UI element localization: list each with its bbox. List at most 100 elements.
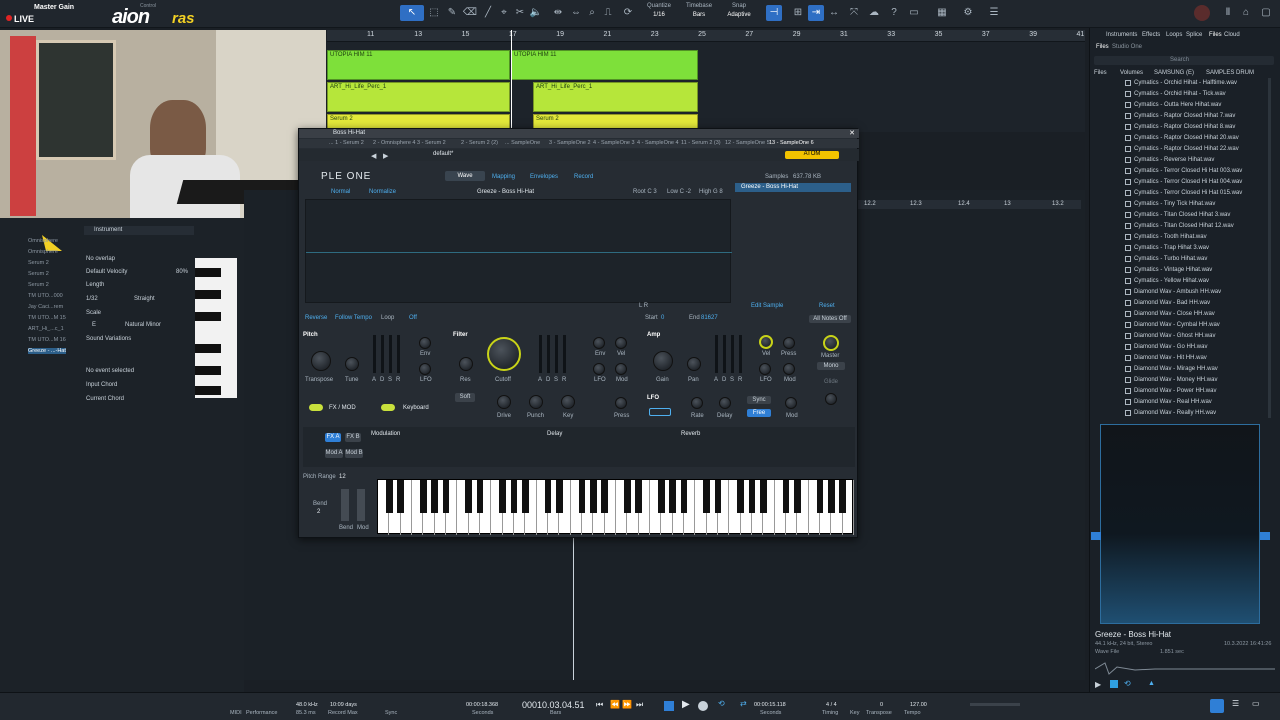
keyboard-toggle[interactable]: [381, 404, 395, 411]
track-list-item[interactable]: TM UTO...M 16: [28, 337, 66, 343]
soft-button[interactable]: Soft: [455, 393, 475, 402]
lfo-mod-knob[interactable]: [785, 397, 797, 409]
glide-knob[interactable]: [825, 393, 837, 405]
mod-a-button[interactable]: Mod A: [325, 449, 343, 458]
amp-decay-fader[interactable]: [723, 335, 726, 373]
preview-tempo-icon[interactable]: ▲: [1148, 680, 1155, 687]
prev-preset-icon[interactable]: ◀: [371, 152, 376, 160]
file-list-item[interactable]: Diamond Wav - Go HH.wav: [1125, 344, 1207, 350]
reset-button[interactable]: Reset: [819, 303, 835, 309]
normalize-button[interactable]: Normalize: [369, 189, 396, 195]
bend-wheel[interactable]: [341, 489, 349, 521]
sync-label[interactable]: Sync: [385, 710, 397, 716]
fx-mod-toggle[interactable]: [309, 404, 323, 411]
filter-sustain-fader[interactable]: [555, 335, 558, 373]
avatar[interactable]: [1194, 5, 1210, 21]
editor-playhead[interactable]: [573, 530, 574, 680]
tune-knob[interactable]: [345, 357, 359, 371]
amp-vel-knob[interactable]: [759, 335, 773, 349]
filter-mod-knob[interactable]: [615, 363, 627, 375]
tab-loops[interactable]: Loops: [1166, 32, 1182, 38]
black-key[interactable]: [476, 480, 484, 513]
follow-tempo-button[interactable]: Follow Tempo: [335, 315, 372, 321]
amp-press-knob[interactable]: [783, 337, 795, 349]
close-icon[interactable]: ✕: [849, 129, 855, 137]
playhead[interactable]: [511, 30, 512, 132]
black-key[interactable]: [703, 480, 711, 513]
file-list-item[interactable]: Cymatics - Titan Closed Hihat 3.wav: [1125, 212, 1230, 218]
track-list-item[interactable]: Omnisphere: [28, 249, 58, 255]
file-list-item[interactable]: Cymatics - Orchid Hihat - Halftime.wav: [1125, 80, 1237, 86]
rewind-start-icon[interactable]: ⏮: [596, 700, 603, 710]
fx-b-button[interactable]: FX B: [345, 433, 361, 442]
plugin-track-tab[interactable]: 13 - SampleOne 6: [769, 140, 814, 146]
piano-roll-keys[interactable]: [195, 258, 237, 398]
black-key[interactable]: [589, 480, 597, 513]
file-list-item[interactable]: Cymatics - Terror Closed Hi Hat 015.wav: [1125, 190, 1242, 196]
pitch-release-fader[interactable]: [397, 335, 400, 373]
amp-attack-fader[interactable]: [715, 335, 718, 373]
mod-wheel[interactable]: [357, 489, 365, 521]
stop-button[interactable]: [664, 701, 674, 711]
bend-tool-button[interactable]: ⇹: [550, 5, 566, 21]
sample-list-item[interactable]: Greeze - Boss Hi-Hat: [735, 183, 851, 192]
tab-splice[interactable]: Splice: [1186, 32, 1202, 38]
punch-button[interactable]: ⇄: [740, 699, 747, 708]
reverse-button[interactable]: Reverse: [305, 315, 327, 321]
scissors-tool-button[interactable]: ⎍: [600, 5, 616, 21]
drive-knob[interactable]: [497, 395, 511, 409]
timing-value[interactable]: 4 / 4: [826, 702, 837, 708]
mono-button[interactable]: Mono: [817, 362, 845, 370]
arrange-view[interactable]: UTOPIA HIM 11 UTOPIA HIM 11 ART_Hi_Life_…: [327, 30, 1085, 132]
preset-select[interactable]: default*: [433, 151, 453, 157]
black-key[interactable]: [578, 480, 586, 513]
editor-ruler[interactable]: 12.2 12.3 12.4 13 13.2: [856, 200, 1081, 209]
fx-a-button[interactable]: FX A: [325, 433, 341, 442]
file-list-item[interactable]: Cymatics - Raptor Closed Hihat 8.wav: [1125, 124, 1235, 130]
black-key[interactable]: [499, 480, 507, 513]
forward-end-icon[interactable]: ⏭: [636, 700, 643, 710]
root-key[interactable]: Root C 3: [633, 189, 657, 195]
home-icon[interactable]: ⌂: [1238, 5, 1254, 21]
filter-decay-fader[interactable]: [547, 335, 550, 373]
file-list-item[interactable]: Diamond Wav - Ambush HH.wav: [1125, 289, 1221, 295]
black-key[interactable]: [657, 480, 665, 513]
file-list-item[interactable]: Diamond Wav - Close HH.wav: [1125, 311, 1215, 317]
file-list-item[interactable]: Diamond Wav - Bad HH.wav: [1125, 300, 1210, 306]
lfo-delay-knob[interactable]: [719, 397, 731, 409]
next-preset-icon[interactable]: ▶: [383, 152, 388, 160]
tab-instruments[interactable]: Instruments: [1106, 32, 1137, 38]
file-list-item[interactable]: Cymatics - Outta Here Hihat.wav: [1125, 102, 1221, 108]
file-list-item[interactable]: Diamond Wav - Power HH.wav: [1125, 388, 1216, 394]
pan-knob[interactable]: [687, 357, 701, 371]
file-list-item[interactable]: Cymatics - Raptor Closed Hihat 7.wav: [1125, 113, 1235, 119]
file-list-item[interactable]: Cymatics - Orchid Hihat - Tick.wav: [1125, 91, 1226, 97]
master-knob[interactable]: [823, 335, 839, 351]
plugin-title-bar[interactable]: Boss Hi-Hat ✕: [299, 129, 859, 138]
free-button[interactable]: Free: [747, 409, 771, 417]
low-key[interactable]: Low C -2: [667, 189, 691, 195]
amp-sustain-fader[interactable]: [731, 335, 734, 373]
black-key[interactable]: [635, 480, 643, 513]
black-key[interactable]: [521, 480, 529, 513]
plugin-keyboard[interactable]: [377, 479, 854, 535]
clip-1[interactable]: UTOPIA HIM 11: [327, 50, 510, 80]
subtab-studio-one[interactable]: Studio One: [1112, 44, 1142, 50]
preview-waveform[interactable]: [1094, 661, 1275, 677]
tab-files[interactable]: Files: [1209, 32, 1222, 38]
track-list-item[interactable]: TM UTO...000: [28, 293, 63, 299]
pitch-decay-fader[interactable]: [381, 335, 384, 373]
volume-slider[interactable]: [970, 703, 1020, 706]
file-list-item[interactable]: Cymatics - Turbo Hihat.wav: [1125, 256, 1207, 262]
stretch-tool-button[interactable]: ⇔: [568, 5, 584, 21]
clip-3[interactable]: ART_Hi_Life_Perc_1: [327, 82, 510, 112]
preview-handle-right[interactable]: [1260, 532, 1270, 540]
pitch-env-knob[interactable]: [419, 337, 431, 349]
black-key[interactable]: [816, 480, 824, 513]
plugin-track-tab[interactable]: 12 - SampleOne 5: [725, 140, 770, 146]
tempo-value[interactable]: 127.00: [910, 702, 927, 708]
pitch-sustain-fader[interactable]: [389, 335, 392, 373]
view-button[interactable]: ☰: [986, 5, 1002, 21]
plugin-track-tab[interactable]: 3 - SampleOne 2: [549, 140, 591, 146]
snap-select[interactable]: Adaptive: [724, 12, 754, 18]
